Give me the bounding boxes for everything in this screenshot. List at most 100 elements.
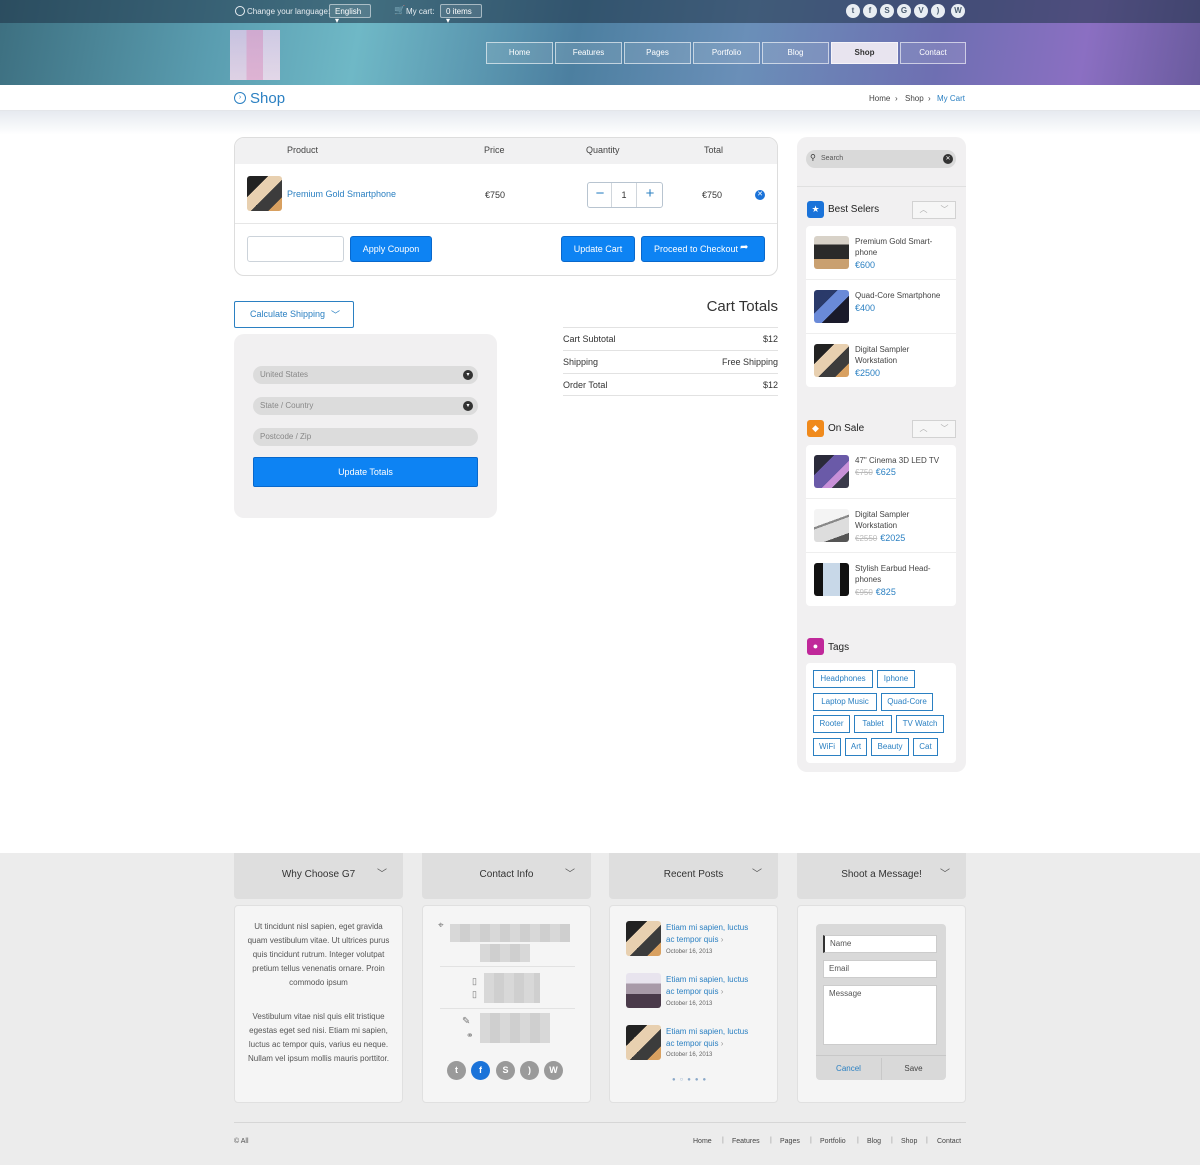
footer-nav-blog[interactable]: Blog bbox=[867, 1138, 881, 1145]
header-product: Product bbox=[287, 145, 319, 155]
rss-icon[interactable]: ) bbox=[520, 1061, 539, 1080]
skype-icon[interactable]: S bbox=[496, 1061, 515, 1080]
wordpress-icon[interactable]: W bbox=[951, 4, 965, 18]
cart-value: 0 items bbox=[446, 7, 472, 16]
post-thumbnail[interactable] bbox=[626, 921, 661, 956]
search-input[interactable]: Search bbox=[806, 150, 956, 168]
footer-tab-contact[interactable]: Contact Info ﹀ bbox=[422, 853, 591, 899]
post-thumbnail[interactable] bbox=[626, 973, 661, 1008]
footer-nav-home[interactable]: Home bbox=[693, 1138, 712, 1145]
separator: | bbox=[770, 1137, 772, 1144]
skype-icon[interactable]: S bbox=[880, 4, 894, 18]
email-input[interactable]: Email bbox=[823, 960, 937, 978]
post-title-link[interactable]: Etiam mi sapien, luctus ac tempor quis › bbox=[666, 922, 758, 945]
tag-tv-watch[interactable]: TV Watch bbox=[896, 715, 944, 733]
list-item[interactable]: 47" Cinema 3D LED TV €750 €625 bbox=[806, 445, 956, 499]
apply-coupon-button[interactable]: Apply Coupon bbox=[350, 236, 432, 262]
quantity-input[interactable]: 1 bbox=[611, 183, 637, 207]
tag-tablet[interactable]: Tablet bbox=[854, 715, 892, 733]
list-item[interactable]: Stylish Earbud Head- phones €950 €825 bbox=[806, 553, 956, 607]
cart-label: My cart: bbox=[406, 7, 435, 16]
carousel-dots[interactable]: ●○●●● bbox=[672, 1077, 710, 1083]
clear-search-icon[interactable]: ✕ bbox=[943, 154, 953, 164]
tag-cat[interactable]: Cat bbox=[913, 738, 938, 756]
wordpress-icon[interactable]: W bbox=[544, 1061, 563, 1080]
tag-art[interactable]: Art bbox=[845, 738, 867, 756]
footer-nav-contact[interactable]: Contact bbox=[937, 1138, 961, 1145]
chevron-up-icon[interactable]: ︿ bbox=[913, 202, 934, 218]
post-thumbnail[interactable] bbox=[626, 1025, 661, 1060]
product-name-link[interactable]: Premium Gold Smartphone bbox=[287, 189, 396, 199]
phone-text bbox=[484, 973, 540, 1003]
list-item[interactable]: Digital Sampler Workstation €2500 bbox=[806, 334, 956, 388]
list-item[interactable]: Quad-Core Smartphone €400 bbox=[806, 280, 956, 334]
product-thumbnail[interactable] bbox=[247, 176, 282, 211]
plus-icon[interactable]: + bbox=[638, 183, 662, 207]
nav-features[interactable]: Features bbox=[555, 42, 622, 64]
tag-beauty[interactable]: Beauty bbox=[871, 738, 909, 756]
chevron-down-icon: ▾ bbox=[335, 16, 340, 25]
twitter-icon[interactable]: t bbox=[447, 1061, 466, 1080]
minus-icon[interactable]: − bbox=[588, 183, 612, 207]
name-input[interactable]: Name bbox=[823, 935, 937, 953]
chevron-up-icon[interactable]: ︿ bbox=[913, 421, 934, 437]
tag-headphones[interactable]: Headphones bbox=[813, 670, 873, 688]
site-logo[interactable] bbox=[230, 30, 280, 80]
facebook-icon[interactable]: f bbox=[863, 4, 877, 18]
footer-nav-portfolio[interactable]: Portfolio bbox=[820, 1138, 846, 1145]
nav-blog[interactable]: Blog bbox=[762, 42, 829, 64]
nav-shop[interactable]: Shop bbox=[831, 42, 898, 64]
country-select[interactable]: United States bbox=[253, 366, 478, 384]
twitter-icon[interactable]: t bbox=[846, 4, 860, 18]
chevron-down-icon[interactable]: ﹀ bbox=[934, 202, 955, 218]
save-button[interactable]: Save bbox=[881, 1060, 946, 1078]
nav-contact[interactable]: Contact bbox=[900, 42, 966, 64]
post-title-link[interactable]: Etiam mi sapien, luctus ac tempor quis › bbox=[666, 974, 758, 997]
cart-select[interactable]: 0 items ▾ bbox=[440, 4, 482, 25]
tag-laptop-music[interactable]: Laptop Music bbox=[813, 693, 877, 711]
language-select[interactable]: English ▾ bbox=[329, 4, 371, 25]
footer-nav-shop[interactable]: Shop bbox=[901, 1138, 917, 1145]
star-icon: ★ bbox=[807, 201, 824, 218]
tag-rooter[interactable]: Rooter bbox=[813, 715, 850, 733]
state-select[interactable]: State / Country bbox=[253, 397, 478, 415]
google-plus-icon[interactable]: G bbox=[897, 4, 911, 18]
tag-quad-core[interactable]: Quad-Core bbox=[881, 693, 933, 711]
tag-icon: ◆ bbox=[807, 420, 824, 437]
footer-nav-features[interactable]: Features bbox=[732, 1138, 760, 1145]
chevron-down-icon[interactable]: ﹀ bbox=[934, 421, 955, 437]
old-price: €2550 bbox=[855, 534, 878, 543]
message-textarea[interactable]: Message bbox=[823, 985, 937, 1045]
on-sale-list: 47" Cinema 3D LED TV €750 €625 Digital Sa… bbox=[806, 445, 956, 606]
nav-portfolio[interactable]: Portfolio bbox=[693, 42, 760, 64]
vimeo-icon[interactable]: V bbox=[914, 4, 928, 18]
footer-nav-pages[interactable]: Pages bbox=[780, 1138, 800, 1145]
post-title-link[interactable]: Etiam mi sapien, luctus ac tempor quis › bbox=[666, 1026, 758, 1049]
facebook-icon[interactable]: f bbox=[471, 1061, 490, 1080]
tag-wifi[interactable]: WiFi bbox=[813, 738, 841, 756]
rss-icon[interactable]: ) bbox=[931, 4, 945, 18]
cancel-button[interactable]: Cancel bbox=[816, 1060, 881, 1078]
footer-tab-message[interactable]: Shoot a Message! ﹀ bbox=[797, 853, 966, 899]
site-footer bbox=[0, 853, 1200, 1165]
breadcrumb-separator-icon: › bbox=[895, 94, 898, 103]
coupon-input[interactable] bbox=[247, 236, 344, 262]
breadcrumb-shop[interactable]: Shop bbox=[905, 94, 924, 103]
nav-home[interactable]: Home bbox=[486, 42, 553, 64]
footer-tab-posts[interactable]: Recent Posts ﹀ bbox=[609, 853, 778, 899]
breadcrumb-home[interactable]: Home bbox=[869, 94, 890, 103]
nav-pages[interactable]: Pages bbox=[624, 42, 691, 64]
postcode-input[interactable]: Postcode / Zip bbox=[253, 428, 478, 446]
footer-tab-why[interactable]: Why Choose G7 ﹀ bbox=[234, 853, 403, 899]
update-cart-button[interactable]: Update Cart bbox=[561, 236, 635, 262]
list-item[interactable]: Digital Sampler Workstation €2550 €2025 bbox=[806, 499, 956, 553]
address-text bbox=[450, 924, 570, 942]
title-bar bbox=[0, 85, 1200, 111]
list-item[interactable]: Premium Gold Smart- phone €600 bbox=[806, 226, 956, 280]
post-date: October 16, 2013 bbox=[666, 949, 713, 955]
remove-item-icon[interactable]: ✕ bbox=[755, 190, 765, 200]
product-price: €600 bbox=[855, 260, 876, 270]
tag-iphone[interactable]: Iphone bbox=[877, 670, 915, 688]
old-price: €750 bbox=[855, 468, 873, 477]
update-totals-button[interactable]: Update Totals bbox=[253, 457, 478, 487]
